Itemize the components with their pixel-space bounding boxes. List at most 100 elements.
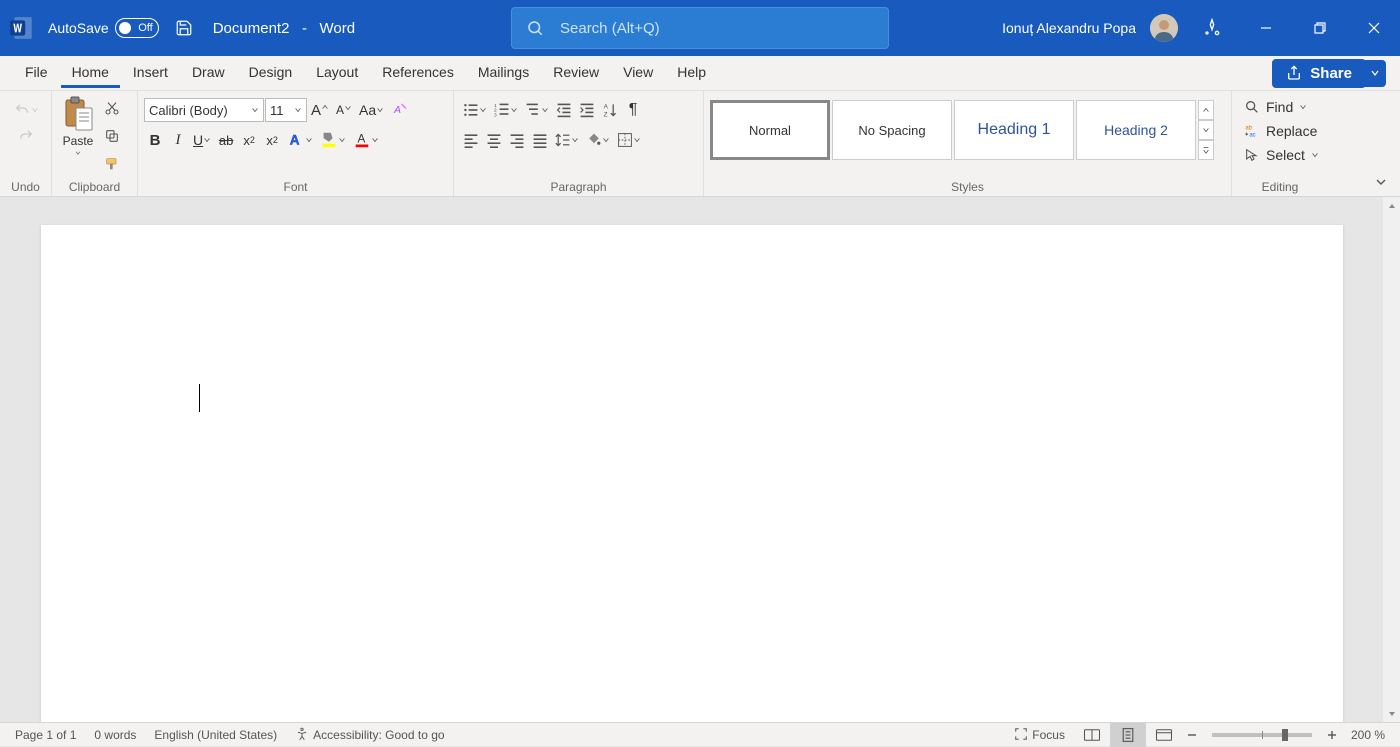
sort-button[interactable]: AZ [599,98,621,122]
tab-insert[interactable]: Insert [122,59,179,88]
line-spacing-button[interactable] [552,128,582,152]
save-icon[interactable] [171,8,197,48]
zoom-in-button[interactable] [1322,723,1342,747]
restore-button[interactable] [1300,8,1340,48]
tab-layout[interactable]: Layout [305,59,369,88]
scroll-up-button[interactable] [1383,197,1400,214]
zoom-level[interactable]: 200 % [1342,728,1394,742]
group-undo: Undo [0,91,52,196]
style-no-spacing[interactable]: No Spacing [832,100,952,160]
select-button[interactable]: Select [1238,144,1325,166]
bullets-button[interactable] [460,98,490,122]
user-name[interactable]: Ionuț Alexandru Popa [1002,20,1136,36]
strikethrough-button[interactable]: ab [215,128,237,152]
borders-button[interactable] [614,128,644,152]
word-app-icon[interactable] [8,14,36,42]
collapse-ribbon-button[interactable] [1370,170,1392,194]
numbering-button[interactable]: 123 [491,98,521,122]
tab-review[interactable]: Review [542,59,610,88]
highlight-button[interactable] [317,128,349,152]
style-scroll-up[interactable] [1198,100,1214,120]
font-size-combo[interactable]: 11 [265,98,307,122]
tab-design[interactable]: Design [238,59,304,88]
align-left-button[interactable] [460,128,482,152]
tab-file[interactable]: File [14,59,59,88]
toggle-state: Off [138,22,152,34]
superscript-button[interactable]: x2 [261,128,283,152]
minimize-button[interactable] [1246,8,1286,48]
tab-references[interactable]: References [371,59,465,88]
style-heading1[interactable]: Heading 1 [954,100,1074,160]
autosave-label: AutoSave [48,20,109,36]
change-case-button[interactable]: Aa [356,98,387,122]
chevron-down-icon [31,106,39,114]
find-button[interactable]: Find [1238,96,1313,118]
select-icon [1244,147,1260,163]
decrease-font-button[interactable]: A [333,98,355,122]
search-box[interactable]: Search (Alt+Q) [511,7,889,49]
share-dropdown[interactable] [1364,60,1386,87]
align-center-button[interactable] [483,128,505,152]
vertical-scrollbar[interactable] [1383,197,1400,722]
justify-button[interactable] [529,128,551,152]
show-marks-button[interactable]: ¶ [622,98,644,122]
cut-button[interactable] [101,96,123,120]
undo-button[interactable] [10,98,42,122]
document-title[interactable]: Document2 - Word [213,20,355,37]
svg-text:A: A [290,133,300,148]
replace-button[interactable]: abac Replace [1238,120,1323,142]
print-layout-button[interactable] [1110,723,1146,747]
decrease-indent-button[interactable] [553,98,575,122]
tab-view[interactable]: View [612,59,664,88]
style-heading2[interactable]: Heading 2 [1076,100,1196,160]
status-accessibility[interactable]: Accessibility: Good to go [286,727,453,742]
style-expand[interactable] [1198,140,1214,160]
clear-formatting-button[interactable]: A [388,98,412,122]
coming-soon-icon[interactable] [1192,8,1232,48]
autosave-toggle[interactable]: Off [115,18,159,38]
copy-button[interactable] [101,124,123,148]
tab-draw[interactable]: Draw [181,59,236,88]
chevron-down-icon [1311,151,1319,159]
underline-button[interactable]: U [190,128,214,152]
group-label-font: Font [144,178,447,196]
zoom-thumb[interactable] [1282,729,1288,741]
zoom-slider[interactable] [1212,733,1312,737]
subscript-button[interactable]: x2 [238,128,260,152]
increase-indent-button[interactable] [576,98,598,122]
read-mode-button[interactable] [1074,723,1110,747]
paste-button[interactable]: Paste [58,94,98,158]
multilevel-list-button[interactable] [522,98,552,122]
svg-text:Z: Z [604,111,608,118]
document-page[interactable] [41,225,1343,722]
svg-text:ab: ab [1245,126,1252,132]
group-editing: Find abac Replace Select Editing [1232,91,1328,196]
focus-button[interactable]: Focus [1005,727,1074,742]
shading-button[interactable] [583,128,613,152]
align-right-button[interactable] [506,128,528,152]
autosave-control[interactable]: AutoSave Off [48,18,159,38]
font-color-button[interactable]: A [350,128,382,152]
format-painter-button[interactable] [100,152,124,176]
zoom-out-button[interactable] [1182,723,1202,747]
tab-help[interactable]: Help [666,59,717,88]
text-effects-button[interactable]: A [284,128,316,152]
avatar[interactable] [1150,14,1178,42]
redo-button[interactable] [14,124,38,148]
tab-home[interactable]: Home [61,59,120,88]
scroll-down-button[interactable] [1383,705,1400,722]
status-words[interactable]: 0 words [85,728,145,742]
bold-button[interactable]: B [144,128,166,152]
share-button[interactable]: Share [1272,59,1366,88]
font-name-combo[interactable]: Calibri (Body) [144,98,264,122]
status-language[interactable]: English (United States) [145,728,286,742]
style-scroll-down[interactable] [1198,120,1214,140]
web-layout-button[interactable] [1146,723,1182,747]
svg-text:ac: ac [1249,132,1255,138]
status-page[interactable]: Page 1 of 1 [6,728,85,742]
increase-font-button[interactable]: A [308,98,332,122]
tab-mailings[interactable]: Mailings [467,59,540,88]
style-normal[interactable]: Normal [710,100,830,160]
close-button[interactable] [1354,8,1394,48]
italic-button[interactable]: I [167,128,189,152]
